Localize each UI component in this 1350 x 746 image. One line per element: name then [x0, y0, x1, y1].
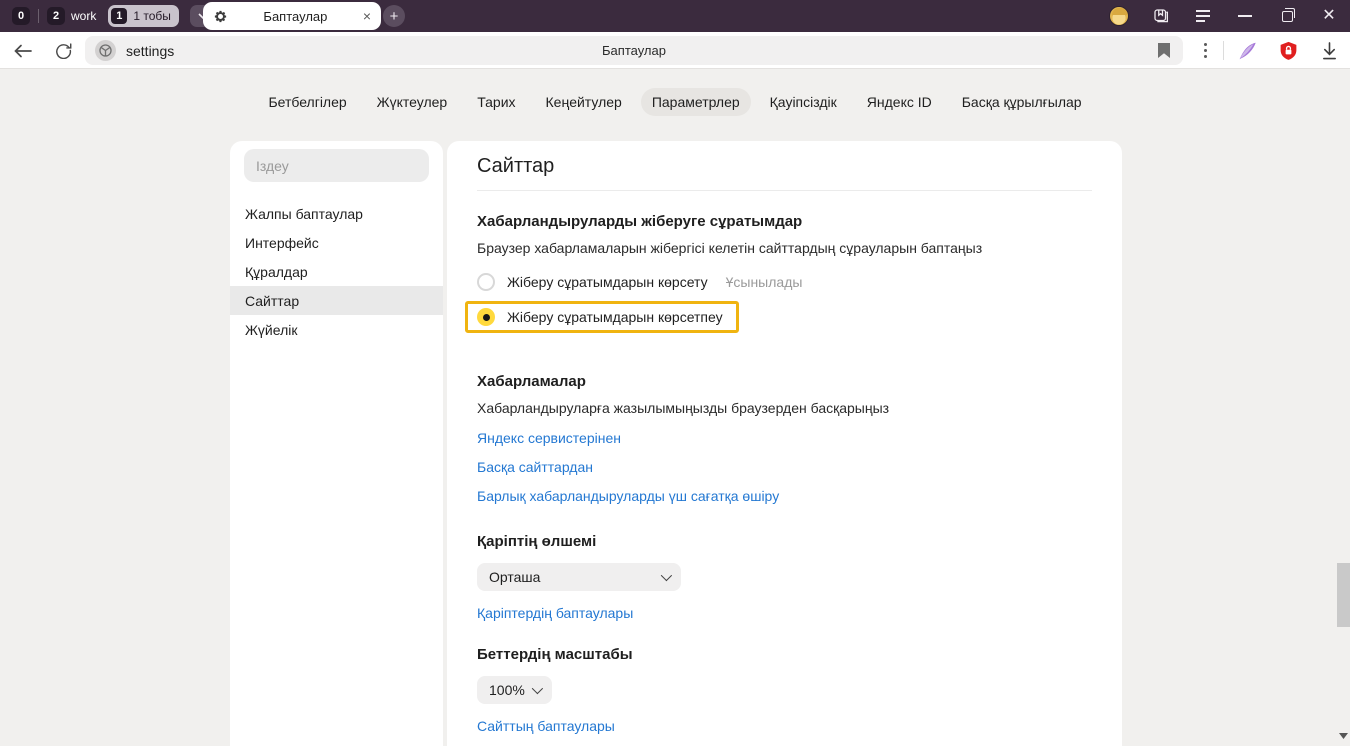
close-icon: ✕: [1322, 8, 1335, 24]
settings-nav-tabs: Бетбелгілер Жүктеулер Тарих Кеңейтулер П…: [0, 88, 1350, 116]
font-size-select[interactable]: Орташа: [477, 563, 681, 591]
font-size-value: Орташа: [489, 569, 540, 585]
tab-history[interactable]: Тарих: [466, 88, 526, 116]
tab-extensions[interactable]: Кеңейтулер: [535, 88, 633, 116]
sidebar-item-sites[interactable]: Сайттар: [230, 286, 443, 315]
hamburger-icon: [1196, 10, 1210, 22]
bookmark-flag-icon: [1157, 42, 1171, 59]
address-bar-page-title: Баптаулар: [85, 43, 1183, 58]
tab-security[interactable]: Қауіпсіздік: [759, 88, 848, 116]
tab-other-devices[interactable]: Басқа құрылғылар: [951, 88, 1093, 116]
workspace-work-label: work: [71, 9, 96, 23]
download-icon: [1321, 42, 1338, 60]
chevron-down-icon: [661, 570, 672, 581]
address-bar-menu-button[interactable]: [1188, 32, 1222, 69]
settings-page: Бетбелгілер Жүктеулер Тарих Кеңейтулер П…: [0, 70, 1350, 746]
window-controls: ✕: [1098, 0, 1350, 32]
link-yandex-services[interactable]: Яндекс сервистерінен: [477, 430, 621, 446]
bookmark-button[interactable]: [1157, 42, 1171, 64]
site-favicon: [95, 40, 116, 61]
tab-bookmarks[interactable]: Бетбелгілер: [257, 88, 357, 116]
highlight-annotation-box: Жіберу сұратымдарын көрсетпеу: [465, 301, 739, 333]
scrollbar-thumb[interactable]: [1337, 563, 1350, 627]
radio-show-requests-label: Жіберу сұратымдарын көрсету: [507, 274, 708, 290]
new-tab-button[interactable]: +: [383, 5, 405, 27]
side-panel-button[interactable]: [1140, 0, 1182, 32]
sidebar-item-system[interactable]: Жүйелік: [230, 315, 443, 344]
workspace-strip: 0 2 work 1 1 тобы: [0, 5, 216, 27]
adblock-shield-button[interactable]: [1271, 32, 1305, 69]
minimize-icon: [1238, 15, 1252, 17]
close-window-button[interactable]: ✕: [1308, 0, 1350, 32]
font-size-heading: Қаріптің өлшемі: [477, 533, 1092, 550]
browser-toolbar: settings Баптаулар: [0, 32, 1350, 69]
reload-button[interactable]: [46, 32, 80, 69]
page-title: Сайттар: [477, 141, 1092, 191]
page-zoom-select[interactable]: 100%: [477, 676, 552, 704]
browser-tab-settings[interactable]: Баптаулар ×: [203, 2, 381, 30]
page-zoom-heading: Беттердің масштабы: [477, 646, 1092, 663]
radio-show-requests[interactable]: Жіберу сұратымдарын көрсету Ұсынылады: [477, 268, 1092, 296]
downloads-button[interactable]: [1312, 32, 1346, 69]
browser-menu-button[interactable]: [1182, 0, 1224, 32]
page-zoom-value: 100%: [489, 682, 525, 698]
tab-title: Баптаулар: [228, 9, 363, 24]
extension-feather-button[interactable]: [1230, 32, 1264, 69]
notifications-description: Хабарландыруларға жазылымыңызды браузерд…: [477, 400, 1092, 416]
browser-window: 0 2 work 1 1 тобы Баптаулар × +: [0, 0, 1350, 746]
link-site-settings[interactable]: Сайттың баптаулары: [477, 718, 615, 734]
notifications-heading: Хабарламалар: [477, 373, 1092, 390]
back-button[interactable]: [6, 32, 40, 69]
workspace-active-label: 1 тобы: [133, 9, 171, 23]
tab-yandex-id[interactable]: Яндекс ID: [856, 88, 943, 116]
sidebar-list: Жалпы баптаулар Интерфейс Құралдар Сайтт…: [230, 199, 443, 344]
radio-selected-icon[interactable]: [477, 308, 495, 326]
side-panel-icon: [1152, 7, 1170, 25]
notification-requests-heading: Хабарландыруларды жіберуге сұратымдар: [477, 213, 1092, 230]
toolbar-divider: [1223, 41, 1224, 60]
workspace-zero[interactable]: 0: [12, 7, 30, 25]
radio-show-requests-hint: Ұсынылады: [726, 274, 803, 290]
chevron-down-icon: [532, 683, 543, 694]
workspace-active-badge: 1: [111, 8, 127, 24]
notification-requests-description: Браузер хабарламаларын жібергісі келетін…: [477, 240, 1092, 256]
workspace-active[interactable]: 1 1 тобы: [108, 5, 179, 27]
radio-unselected-icon[interactable]: [477, 273, 495, 291]
sidebar-item-tools[interactable]: Құралдар: [230, 257, 443, 286]
workspace-divider: [38, 9, 39, 23]
workspace-work-badge: 2: [47, 7, 65, 25]
window-top-bar: 0 2 work 1 1 тобы Баптаулар × +: [0, 0, 1350, 32]
avatar: [1109, 6, 1129, 26]
restore-icon: [1282, 11, 1293, 22]
gear-icon: [213, 9, 228, 24]
link-mute-all-3h[interactable]: Барлық хабарландыруларды үш сағатқа өшір…: [477, 488, 779, 504]
sidebar-item-interface[interactable]: Интерфейс: [230, 228, 443, 257]
address-bar[interactable]: settings Баптаулар: [85, 36, 1183, 65]
reload-icon: [55, 42, 72, 59]
profile-button[interactable]: [1098, 0, 1140, 32]
scroll-down-arrow[interactable]: [1339, 726, 1348, 744]
settings-sidebar: Жалпы баптаулар Интерфейс Құралдар Сайтт…: [230, 141, 443, 746]
radio-hide-requests-label[interactable]: Жіберу сұратымдарын көрсетпеу: [507, 309, 723, 325]
tab-settings[interactable]: Параметрлер: [641, 88, 751, 116]
minimize-button[interactable]: [1224, 0, 1266, 32]
back-arrow-icon: [14, 44, 32, 58]
tab-close-button[interactable]: ×: [363, 9, 371, 23]
vertical-dots-icon: [1204, 43, 1207, 58]
restore-button[interactable]: [1266, 0, 1308, 32]
search-input[interactable]: [244, 158, 429, 174]
link-other-sites[interactable]: Басқа сайттардан: [477, 459, 593, 475]
url-text: settings: [126, 43, 174, 59]
settings-content: Сайттар Хабарландыруларды жіберуге сұрат…: [447, 141, 1122, 746]
shield-lock-icon: [1278, 40, 1299, 62]
sidebar-item-general[interactable]: Жалпы баптаулар: [230, 199, 443, 228]
workspace-work[interactable]: 2 work: [47, 7, 96, 25]
feather-icon: [1236, 40, 1258, 62]
link-font-settings[interactable]: Қаріптердің баптаулары: [477, 605, 633, 621]
tab-downloads[interactable]: Жүктеулер: [366, 88, 459, 116]
settings-search[interactable]: [244, 149, 429, 182]
